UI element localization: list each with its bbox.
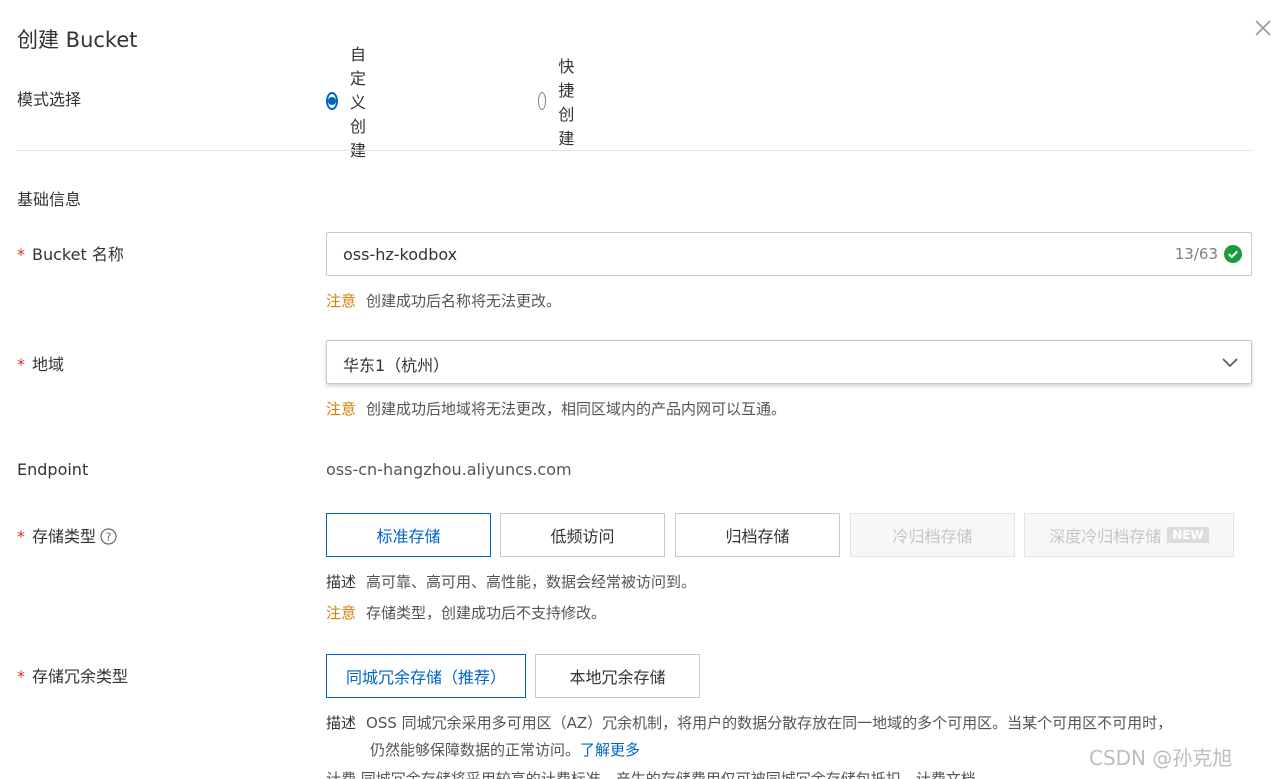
required-mark: *	[17, 245, 25, 264]
region-select[interactable]: 华东1（杭州）	[326, 340, 1252, 384]
redundancy-label: * 存储冗余类型	[17, 663, 128, 687]
region-selected-value: 华东1（杭州）	[343, 356, 450, 375]
dialog-title: 创建 Bucket	[17, 28, 138, 52]
radio-checked-icon	[326, 92, 338, 110]
new-badge: NEW	[1167, 527, 1209, 543]
region-label: * 地域	[17, 351, 64, 375]
storage-cold-archive-button[interactable]: 冷归档存储	[850, 513, 1015, 557]
bucket-name-field[interactable]: 13/63	[326, 232, 1252, 276]
bucket-name-note: 注意 创建成功后名称将无法更改。	[326, 290, 561, 311]
watermark: CSDN @孙克旭	[1089, 746, 1233, 770]
close-icon[interactable]	[1252, 17, 1274, 39]
note-tag: 注意	[326, 292, 357, 310]
char-counter: 13/63	[1174, 245, 1218, 263]
storage-standard-button[interactable]: 标准存储	[326, 513, 491, 557]
radio-custom-create-label: 自定义创建	[350, 45, 367, 160]
note-text: 创建成功后地域将无法更改，相同区域内的产品内网可以互通。	[366, 400, 787, 418]
learn-more-link[interactable]: 了解更多	[580, 741, 640, 759]
desc-line1: OSS 同城冗余采用多可用区（AZ）冗余机制，将用户的数据分散存放在同一地域的多…	[366, 714, 1173, 732]
endpoint-value: oss-cn-hangzhou.aliyuncs.com	[326, 460, 572, 479]
deep-cold-archive-label: 深度冷归档存储	[1049, 527, 1162, 546]
chevron-down-icon	[1222, 358, 1238, 368]
required-mark: *	[17, 527, 25, 546]
radio-unchecked-icon	[538, 92, 547, 110]
desc-tag: 描述	[326, 573, 357, 591]
redundancy-billing-note: 计费 同城冗余存储将采用较高的计费标准，产生的存储费用仅可被同城冗余存储包抵扣。…	[326, 770, 976, 779]
desc-text: 高可靠、高可用、高性能，数据会经常被访问到。	[366, 573, 697, 591]
required-mark: *	[17, 667, 25, 686]
storage-class-desc: 描述 高可靠、高可用、高性能，数据会经常被访问到。	[326, 571, 696, 592]
redundancy-zrs-button[interactable]: 同城冗余存储（推荐）	[326, 654, 526, 698]
bucket-name-label: * Bucket 名称	[17, 241, 124, 265]
note-text: 创建成功后名称将无法更改。	[366, 292, 562, 310]
desc-tag: 描述	[326, 714, 357, 732]
note-text: 存储类型，创建成功后不支持修改。	[366, 604, 607, 622]
storage-archive-button[interactable]: 归档存储	[675, 513, 840, 557]
endpoint-label: Endpoint	[17, 460, 89, 479]
required-mark: *	[17, 355, 25, 374]
radio-quick-create-label: 快捷创建	[558, 57, 575, 148]
storage-deep-cold-archive-button[interactable]: 深度冷归档存储 NEW	[1024, 513, 1234, 557]
bucket-name-label-text: Bucket 名称	[32, 245, 124, 264]
svg-text:?: ?	[106, 531, 112, 544]
note-tag: 注意	[326, 604, 357, 622]
section-divider	[17, 150, 1253, 151]
redundancy-desc: 描述 OSS 同城冗余采用多可用区（AZ）冗余机制，将用户的数据分散存放在同一地域…	[326, 712, 1172, 733]
redundancy-label-text: 存储冗余类型	[32, 667, 129, 686]
note-tag: 注意	[326, 400, 357, 418]
basic-info-title: 基础信息	[17, 190, 82, 209]
storage-ia-button[interactable]: 低频访问	[500, 513, 665, 557]
help-icon[interactable]: ?	[100, 528, 117, 545]
radio-quick-create[interactable]: 快捷创建	[538, 57, 584, 148]
mode-label: 模式选择	[17, 90, 82, 109]
storage-class-label: * 存储类型?	[17, 523, 117, 547]
region-note: 注意 创建成功后地域将无法更改，相同区域内的产品内网可以互通。	[326, 398, 786, 419]
region-label-text: 地域	[32, 355, 65, 374]
desc-line2: 仍然能够保障数据的正常访问。	[370, 741, 581, 759]
storage-class-note: 注意 存储类型，创建成功后不支持修改。	[326, 602, 606, 623]
redundancy-lrs-button[interactable]: 本地冗余存储	[535, 654, 700, 698]
bucket-name-input[interactable]	[343, 233, 1143, 275]
check-circle-icon	[1224, 245, 1242, 263]
radio-custom-create[interactable]: 自定义创建	[326, 45, 372, 160]
redundancy-desc-line2: 仍然能够保障数据的正常访问。了解更多	[370, 739, 640, 760]
storage-class-label-text: 存储类型	[32, 527, 97, 546]
